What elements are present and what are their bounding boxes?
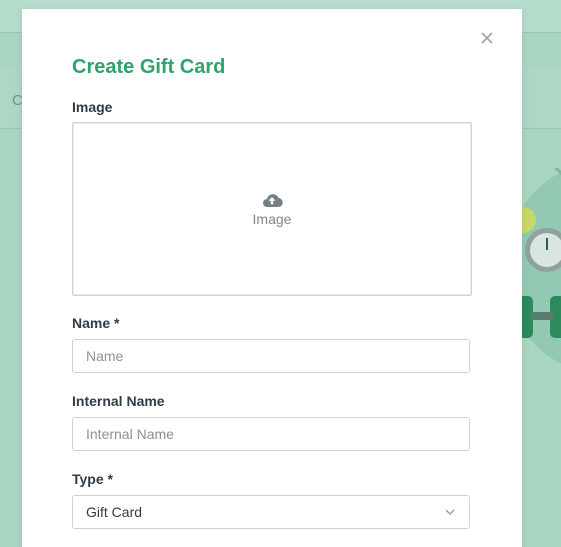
internal-name-label: Internal Name [72,393,165,409]
name-label: Name * [72,315,120,331]
image-upload-dropzone[interactable]: Image [72,122,472,296]
type-label: Type * [72,471,113,487]
close-icon [481,32,493,44]
image-label: Image [72,99,113,115]
upload-placeholder-text: Image [252,210,292,227]
chevron-down-icon [445,509,455,516]
close-button[interactable] [477,27,497,49]
name-input[interactable] [72,339,470,373]
internal-name-input[interactable] [72,417,470,451]
create-gift-card-modal: Create Gift Card Image Image Name * Inte… [22,9,522,547]
cloud-upload-icon [263,193,283,207]
screen: C Create Gift Card Image Image Name * Na… [0,0,561,547]
type-select-value: Gift Card [86,504,143,520]
type-select[interactable]: Gift Card [72,495,470,529]
modal-title: Create Gift Card [72,56,226,78]
